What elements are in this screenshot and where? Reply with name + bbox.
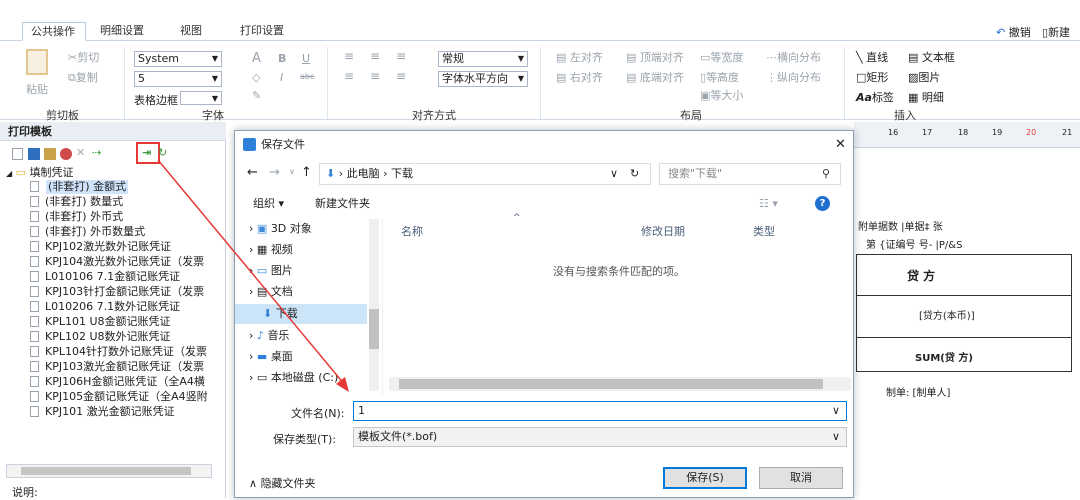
annotation-arrow [157,159,349,392]
